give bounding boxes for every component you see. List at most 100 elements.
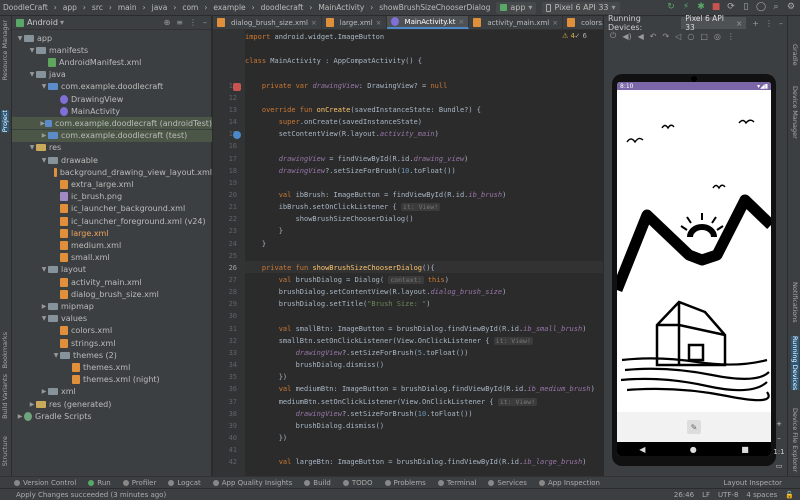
tool-window-button[interactable]: Problems [384, 479, 426, 487]
code-line[interactable]: }) [245, 373, 603, 382]
stop-icon[interactable]: ■ [711, 2, 721, 13]
debug-icon[interactable]: ✱ [696, 2, 706, 13]
options-icon[interactable]: ⋮ [765, 19, 773, 28]
code-line[interactable]: private var drawingView: DrawingView? = … [245, 82, 603, 91]
caret-position[interactable]: 26:46 [674, 491, 694, 499]
back-icon[interactable]: ◀ [639, 445, 645, 454]
settings-icon[interactable]: ⚙ [786, 2, 796, 13]
breadcrumb-file[interactable]: MainActivity [315, 3, 367, 12]
class-run-icon[interactable] [233, 83, 241, 91]
tab-bookmarks[interactable]: Bookmarks [1, 332, 9, 368]
code-line[interactable]: drawingView = findViewById(R.id.drawing_… [245, 155, 603, 164]
code-line[interactable]: smallBtn.setOnClickListener(View.OnClick… [245, 336, 603, 346]
tree-item[interactable]: ▼ drawable [12, 154, 212, 166]
tool-window-button[interactable]: Build [304, 479, 331, 487]
code-line[interactable]: drawingView?.setSizeForBrush(10.toFloat(… [245, 167, 603, 176]
chevron-down-icon[interactable]: ▾ [60, 18, 64, 27]
chevron-down-icon[interactable]: ▼ [52, 352, 60, 359]
breadcrumb-item[interactable]: com [179, 3, 201, 12]
code-line[interactable]: super.onCreate(savedInstanceState) [245, 118, 603, 127]
code-line[interactable]: brushDialog.setContentView(R.layout.dial… [245, 288, 603, 297]
breadcrumb-item[interactable]: java [149, 3, 171, 12]
chevron-down-icon[interactable]: ▼ [16, 35, 24, 42]
chevron-right-icon[interactable]: ▶ [40, 303, 48, 310]
code-line[interactable]: mediumBtn.setOnClickListener(View.OnClic… [245, 397, 603, 407]
editor-tab[interactable]: colors.xml× [563, 16, 603, 29]
volume-down-icon[interactable]: ◀ [638, 32, 644, 41]
device-select[interactable]: Pixel 6 API 33 ▾ [542, 1, 620, 14]
tree-item[interactable]: MainActivity [12, 105, 212, 117]
sync-icon[interactable]: ⟳ [726, 2, 736, 13]
zoom-1-1[interactable]: 1:1 [773, 448, 784, 456]
account-icon[interactable]: ◯ [756, 2, 766, 13]
code-line[interactable]: private fun showBrushSizeChooserDialog()… [245, 264, 603, 273]
tree-item[interactable]: ▼ layout [12, 264, 212, 276]
tool-window-button[interactable]: App Inspection [538, 479, 600, 487]
rerun-icon[interactable]: ↻ [666, 2, 676, 13]
tab-device-manager[interactable]: Device Manager [791, 86, 799, 139]
device-tab[interactable]: Pixel 6 API 33 × [681, 14, 747, 32]
breadcrumb-item[interactable]: example [210, 3, 248, 12]
chevron-down-icon[interactable]: ▼ [40, 83, 48, 90]
rotate-left-icon[interactable]: ↶ [650, 32, 657, 41]
chevron-down-icon[interactable]: ▼ [40, 315, 48, 322]
tree-item[interactable]: background_drawing_view_layout.xml [12, 166, 212, 178]
emulator-screen[interactable]: 8:10 ▾◢▮ ✎ ◀ ● ■ [617, 82, 771, 456]
tree-item[interactable]: colors.xml [12, 325, 212, 337]
tool-window-button[interactable]: Version Control [14, 479, 76, 487]
code-line[interactable]: import android.widget.ImageButton [245, 33, 603, 42]
run-config-select[interactable]: app ▾ [496, 1, 537, 14]
tool-window-button[interactable]: TODO [342, 479, 373, 487]
code-line[interactable]: ibBrush.setOnClickListener { it: View! [245, 203, 603, 212]
code-line[interactable]: } [245, 227, 603, 236]
chevron-right-icon[interactable]: ▶ [40, 388, 48, 395]
chevron-down-icon[interactable]: ▼ [28, 144, 36, 151]
close-icon[interactable]: × [736, 19, 742, 28]
add-device-icon[interactable]: + [752, 19, 759, 28]
tab-notifications[interactable]: Notifications [791, 282, 799, 323]
line-separator[interactable]: LF [702, 491, 710, 499]
code-line[interactable]: setContentView(R.layout.activity_main) [245, 130, 603, 139]
code-line[interactable]: drawingView?.setSizeForBrush(10.toFloat(… [245, 410, 603, 419]
tree-item[interactable]: strings.xml [12, 337, 212, 349]
home-icon[interactable]: ○ [687, 32, 694, 41]
code-area[interactable]: import android.widget.ImageButton class M… [245, 30, 603, 476]
tool-window-button[interactable]: Logcat [168, 479, 201, 487]
code-line[interactable]: }) [245, 434, 603, 443]
code-line[interactable]: val ibBrush: ImageButton = findViewById(… [245, 191, 603, 200]
tree-item[interactable]: ▶ mipmap [12, 300, 212, 312]
overview-icon[interactable]: ■ [741, 445, 749, 454]
drawing-canvas[interactable] [617, 90, 771, 442]
tool-window-button[interactable]: Terminal [437, 479, 476, 487]
tree-item[interactable]: medium.xml [12, 239, 212, 251]
tree-item[interactable]: themes.xml [12, 361, 212, 373]
chevron-right-icon[interactable]: ▶ [28, 401, 36, 408]
code-line[interactable]: brushDialog.dismiss() [245, 422, 603, 431]
search-icon[interactable]: ⌕ [771, 2, 781, 13]
override-marker-icon[interactable] [233, 131, 241, 139]
chevron-down-icon[interactable]: ▼ [40, 157, 48, 164]
tree-item[interactable]: themes.xml (night) [12, 374, 212, 386]
tree-item[interactable]: ▼ manifests [12, 44, 212, 56]
power-icon[interactable]: ⏻ [610, 31, 616, 41]
tree-item[interactable]: ic_launcher_foreground.xml (v24) [12, 215, 212, 227]
tree-item[interactable]: extra_large.xml [12, 178, 212, 190]
tab-structure[interactable]: Structure [1, 436, 9, 466]
tree-item[interactable]: activity_main.xml [12, 276, 212, 288]
tree-item[interactable]: ▼ values [12, 313, 212, 325]
tool-window-button[interactable]: App Quality Insights [212, 479, 292, 487]
tool-window-button[interactable]: Services [488, 479, 527, 487]
options-icon[interactable]: ⋮ [727, 32, 735, 41]
tree-item[interactable]: ▶ res (generated) [12, 398, 212, 410]
tree-item[interactable]: ▼ res [12, 142, 212, 154]
tree-item[interactable]: dialog_brush_size.xml [12, 288, 212, 300]
code-line[interactable]: val mediumBtn: ImageButton = brushDialog… [245, 385, 603, 394]
indent-setting[interactable]: 4 spaces [746, 491, 777, 499]
hide-icon[interactable]: – [779, 19, 783, 28]
breadcrumb-item[interactable]: DoodleCraft [0, 3, 51, 12]
tool-window-button[interactable]: Profiler [122, 479, 156, 487]
code-line[interactable]: override fun onCreate(savedInstanceState… [245, 106, 603, 115]
apply-changes-icon[interactable]: ⚡ [681, 2, 691, 13]
fit-screen-icon[interactable]: ▭ [776, 462, 783, 470]
overview-icon[interactable]: □ [700, 32, 708, 41]
